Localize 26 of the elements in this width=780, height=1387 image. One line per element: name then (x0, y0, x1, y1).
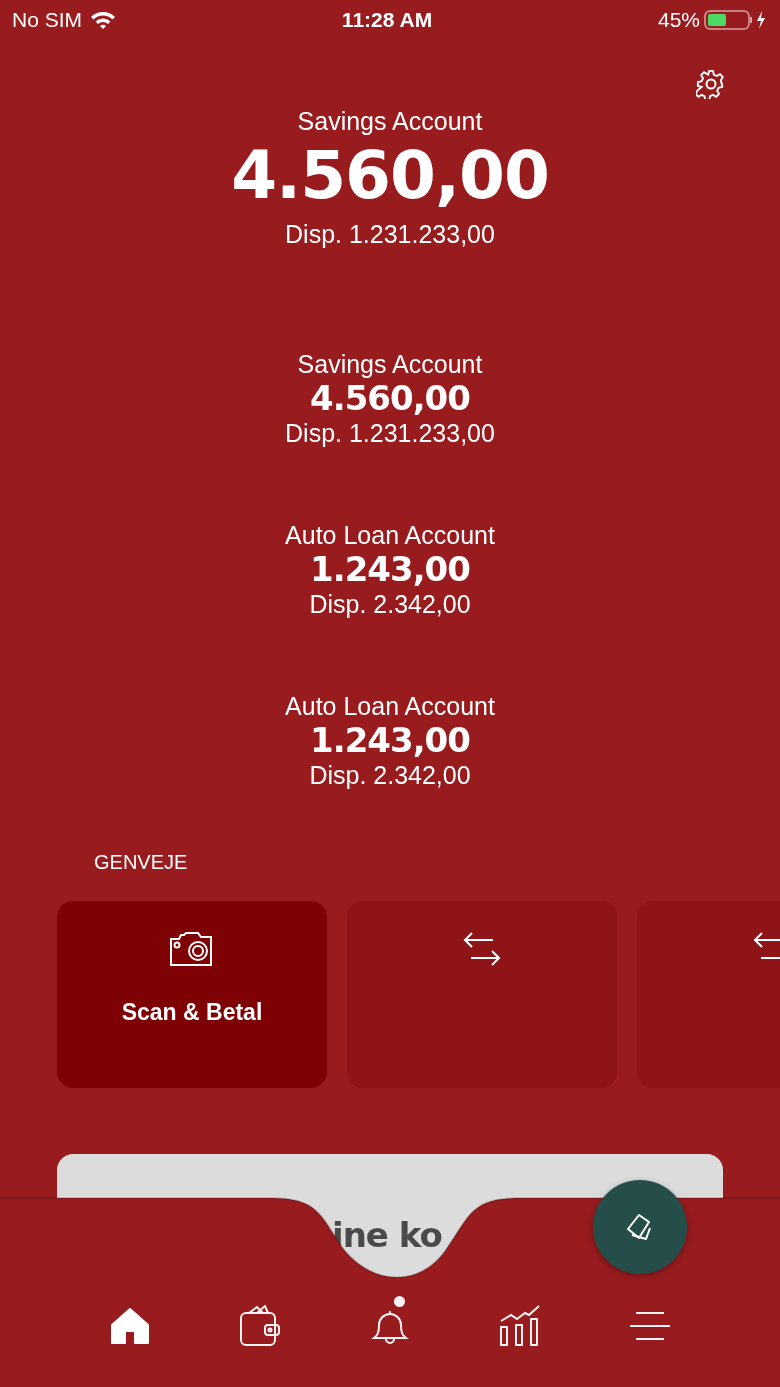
home-icon[interactable] (110, 1307, 150, 1345)
available-balance: Disp. 1.231.233,00 (285, 417, 495, 448)
account-name: Savings Account (297, 348, 483, 379)
menu-icon[interactable] (629, 1311, 671, 1341)
shortcut-tile[interactable] (347, 900, 617, 1088)
chart-icon[interactable] (499, 1305, 541, 1347)
transfer-icon (463, 930, 501, 967)
account-balance: 4.560,00 (231, 140, 549, 213)
promo-title: ine ko (332, 1214, 442, 1257)
wallet-icon[interactable] (239, 1305, 281, 1347)
battery-percent: 45% (657, 7, 700, 34)
carrier-text: No SIM (12, 7, 82, 34)
available-balance: Disp. 1.231.233,00 (285, 218, 495, 249)
available-balance: Disp. 2.342,00 (309, 588, 471, 619)
section-title: GENVEJE (94, 849, 189, 875)
account-name: Savings Account (297, 106, 483, 136)
account-name: Auto Loan Account (285, 519, 495, 550)
account-balance: 4.560,00 (310, 378, 470, 418)
clock-text: 11:28 AM (341, 7, 433, 34)
shortcut-tile[interactable]: Scan & Betal (57, 900, 327, 1088)
account-balance: 1.243,00 (310, 720, 470, 760)
account-name: Auto Loan Account (285, 690, 495, 721)
battery-icon (704, 9, 768, 31)
available-balance: Disp. 2.342,00 (309, 759, 471, 790)
wifi-icon (90, 10, 116, 30)
account-balance: 1.243,00 (310, 549, 470, 589)
